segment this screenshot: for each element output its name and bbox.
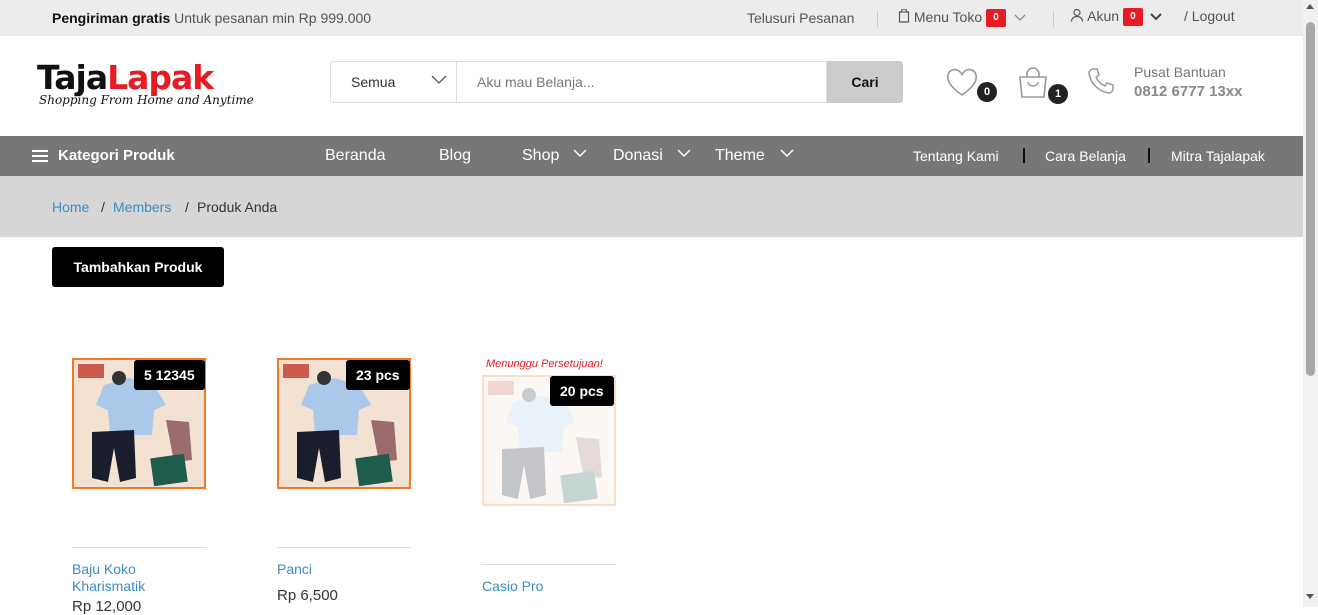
chevron-down-icon [1150, 13, 1162, 21]
nav-cara-belanja[interactable]: Cara Belanja [1045, 148, 1126, 164]
site-logo[interactable]: TajaLapak Shopping From Home and Anytime [37, 60, 277, 110]
breadcrumb-home[interactable]: Home [52, 199, 89, 215]
main-nav: Kategori Produk Beranda Blog Shop Donasi… [0, 136, 1303, 176]
store-menu[interactable]: Menu Toko 0 [898, 8, 1026, 28]
store-badge: 0 [986, 9, 1007, 28]
help-phone[interactable]: 0812 6777 13xx [1134, 83, 1242, 100]
logo-wordmark: TajaLapak [37, 58, 214, 97]
product-name[interactable]: Casio Pro [482, 578, 616, 595]
nav-donasi[interactable]: Donasi [613, 147, 663, 165]
stock-badge: 23 pcs [346, 360, 410, 390]
nav-mitra-tajalapak[interactable]: Mitra Tajalapak [1171, 148, 1265, 164]
nav-tentang-kami[interactable]: Tentang Kami [913, 148, 999, 164]
divider [1148, 148, 1150, 163]
chevron-down-icon [780, 149, 794, 158]
shopping-bag-icon [1019, 67, 1047, 98]
heart-icon [946, 68, 978, 96]
chevron-down-icon [431, 75, 447, 84]
search-button[interactable]: Cari [827, 61, 903, 103]
store-icon [898, 8, 910, 23]
breadcrumb-separator: / [101, 199, 105, 215]
divider [1023, 148, 1025, 163]
user-icon [1070, 8, 1084, 22]
logout-link[interactable]: / Logout [1184, 8, 1235, 24]
hamburger-icon [32, 147, 48, 165]
track-order-link[interactable]: Telusuri Pesanan [747, 10, 854, 26]
product-price: Rp 6,500 [277, 587, 338, 604]
help-label: Pusat Bantuan [1134, 64, 1226, 80]
breadcrumb-current: Produk Anda [197, 199, 278, 215]
scroll-up-arrow[interactable] [1306, 4, 1314, 9]
promo-text: Untuk pesanan min Rp 999.000 [174, 10, 372, 26]
help-center: Pusat Bantuan 0812 6777 13xx [1134, 64, 1242, 100]
shipping-promo: Pengiriman gratis Untuk pesanan min Rp 9… [52, 10, 371, 26]
chevron-down-icon [677, 149, 691, 158]
chevron-down-icon [1014, 14, 1026, 21]
top-bar: Pengiriman gratis Untuk pesanan min Rp 9… [0, 0, 1303, 36]
breadcrumb-separator: / [185, 199, 189, 215]
promo-bold: Pengiriman gratis [52, 10, 171, 26]
add-product-button[interactable]: Tambahkan Produk [52, 247, 224, 287]
nav-blog[interactable]: Blog [439, 147, 471, 165]
search-bar: Semua Cari [330, 61, 903, 103]
divider [482, 564, 616, 565]
account-badge: 0 [1122, 8, 1143, 27]
nav-beranda[interactable]: Beranda [325, 147, 386, 165]
wishlist-button[interactable]: 0 [945, 66, 997, 106]
divider [72, 547, 206, 548]
category-label: Kategori Produk [58, 147, 175, 164]
nav-theme[interactable]: Theme [715, 147, 765, 165]
divider [877, 11, 878, 27]
product-card: 5 12345 Baju Koko Kharismatik Rp 12,000 [72, 358, 206, 615]
stock-badge: 5 12345 [134, 360, 205, 390]
store-menu-label: Menu Toko [913, 9, 983, 25]
pending-approval-label: Menunggu Persetujuan! [486, 358, 603, 370]
divider [277, 547, 411, 548]
category-menu-toggle[interactable]: Kategori Produk [32, 147, 175, 165]
product-card: Menunggu Persetujuan! 20 pcs Casio Pro [482, 358, 616, 607]
cart-button[interactable]: 1 [1016, 66, 1068, 106]
phone-icon [1088, 68, 1114, 94]
divider [1053, 11, 1054, 27]
product-card: 23 pcs Panci Rp 6,500 [277, 358, 411, 607]
search-input[interactable] [456, 61, 827, 103]
wishlist-count: 0 [977, 82, 997, 102]
breadcrumb: Home / Members / Produk Anda [0, 176, 1303, 237]
product-name[interactable]: Baju Koko Kharismatik [72, 561, 206, 595]
breadcrumb-members[interactable]: Members [113, 199, 171, 215]
nav-shop[interactable]: Shop [522, 147, 559, 165]
logo-tagline: Shopping From Home and Anytime [39, 93, 254, 107]
page-scrollbar[interactable] [1303, 0, 1318, 607]
cart-count: 1 [1048, 84, 1068, 104]
account-menu[interactable]: Akun 0 [1070, 8, 1162, 27]
search-category-value: Semua [351, 74, 396, 90]
scrollbar-thumb[interactable] [1306, 22, 1315, 376]
stock-badge: 20 pcs [550, 376, 614, 406]
scroll-down-arrow[interactable] [1306, 594, 1314, 599]
account-label: Akun [1087, 8, 1120, 24]
chevron-down-icon [573, 149, 587, 158]
product-name[interactable]: Panci [277, 561, 411, 578]
site-header: TajaLapak Shopping From Home and Anytime… [0, 36, 1303, 136]
search-category-select[interactable]: Semua [330, 61, 457, 103]
